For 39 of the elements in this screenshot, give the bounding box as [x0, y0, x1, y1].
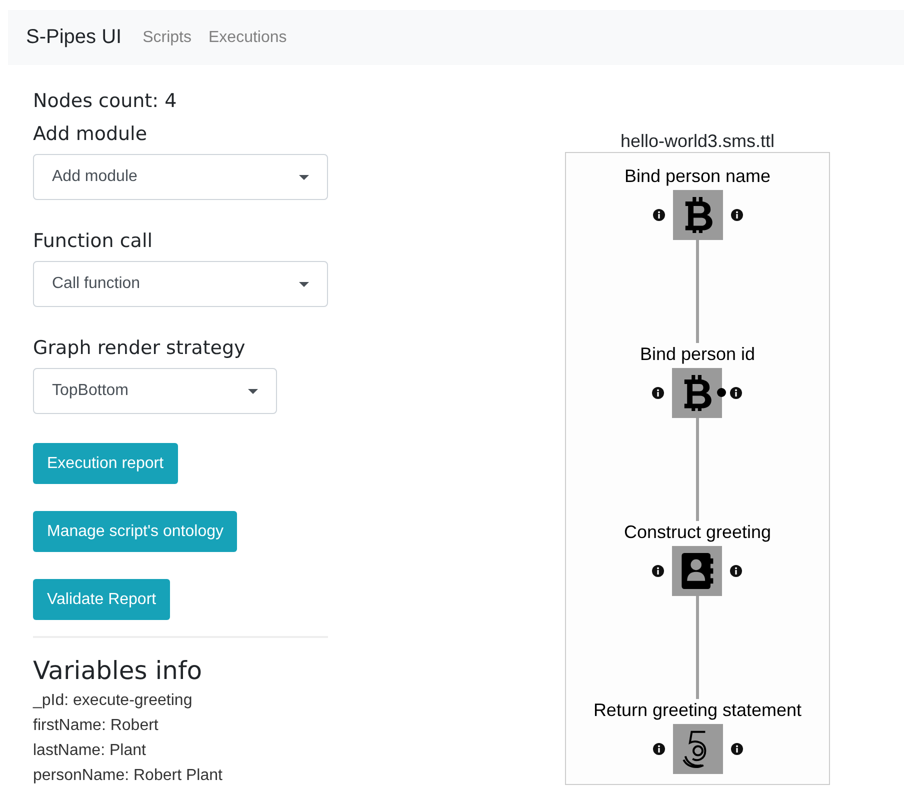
nodes-count: Nodes count: 4: [33, 89, 178, 113]
action-button[interactable]: Manage script's ontology: [33, 511, 238, 552]
node-label: Bind person name: [624, 165, 771, 187]
info-icon[interactable]: [652, 387, 664, 399]
section-heading: Variables info: [33, 656, 204, 686]
field-label: Add module: [33, 122, 148, 146]
select-field[interactable]: Call function: [33, 261, 328, 307]
graph-title: hello-world3.sms.ttl: [620, 130, 775, 152]
port-dot: [717, 388, 726, 397]
variable-text: firstName: Robert: [33, 716, 160, 736]
node-label: Return greeting statement: [593, 699, 802, 721]
select-field[interactable]: Add module: [33, 154, 328, 200]
info-icon[interactable]: [730, 387, 742, 399]
module-node[interactable]: [672, 546, 722, 596]
nav-link[interactable]: Executions: [208, 28, 287, 46]
caret-icon: [299, 174, 309, 180]
info-icon[interactable]: [652, 565, 664, 577]
variable-text: personName: Robert Plant: [33, 766, 224, 786]
select-field[interactable]: TopBottom: [33, 368, 277, 414]
info-icon[interactable]: [730, 743, 742, 755]
info-icon[interactable]: [652, 209, 664, 221]
variable-text: lastName: Plant: [33, 741, 147, 761]
node-label: Bind person id: [640, 343, 756, 365]
brand-link[interactable]: S-Pipes UI: [26, 26, 122, 49]
caret-icon: [248, 388, 258, 394]
nav-link[interactable]: Scripts: [142, 28, 192, 46]
module-node[interactable]: [672, 724, 722, 774]
field-label: Graph render strategy: [33, 336, 246, 360]
variable-text: _pId: execute-greeting: [33, 691, 194, 711]
action-button[interactable]: Validate Report: [33, 579, 170, 620]
info-icon[interactable]: [730, 209, 742, 221]
action-button[interactable]: Execution report: [33, 443, 178, 484]
node-label: Construct greeting: [624, 521, 772, 543]
caret-icon: [299, 282, 309, 286]
info-icon[interactable]: [730, 565, 742, 577]
module-node[interactable]: [672, 190, 722, 240]
contact-book-icon: [679, 551, 716, 591]
info-icon[interactable]: [652, 743, 664, 755]
field-label: Function call: [33, 229, 154, 253]
